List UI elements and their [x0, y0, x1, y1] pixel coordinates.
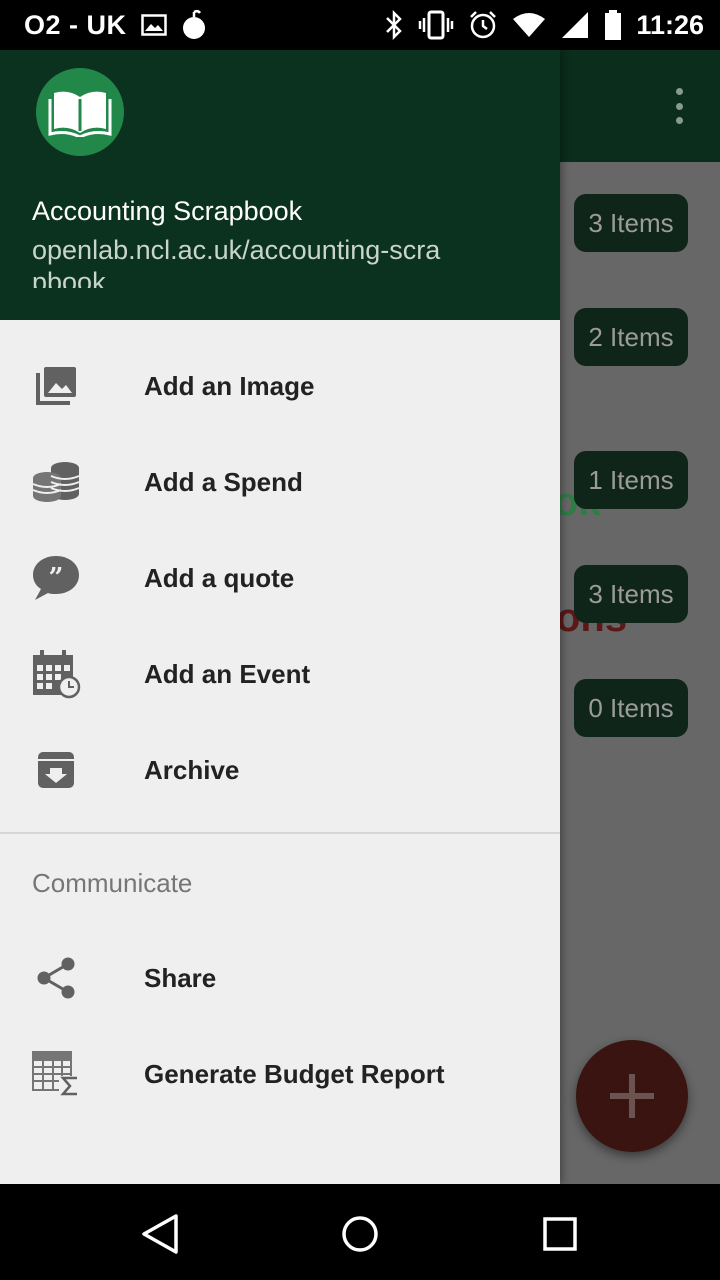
menu-item-label: Archive: [144, 754, 240, 785]
menu-item-add-spend[interactable]: Add a Spend: [0, 434, 560, 530]
svg-text:”: ”: [49, 563, 64, 593]
calendar-clock-icon: [30, 650, 82, 699]
drawer-header: Accounting Scrapbook openlab.ncl.ac.uk/a…: [0, 50, 560, 320]
share-icon: [30, 954, 82, 1002]
bluetooth-icon: [384, 10, 404, 40]
home-icon[interactable]: [338, 1212, 382, 1256]
signal-icon: [560, 10, 590, 40]
items-badge[interactable]: 3 Items: [574, 194, 688, 252]
menu-item-add-quote[interactable]: ” Add a quote: [0, 530, 560, 626]
menu-item-label: Add an Image: [144, 370, 315, 401]
menu-item-add-event[interactable]: Add an Event: [0, 626, 560, 722]
items-badge[interactable]: 1 Items: [574, 451, 688, 509]
menu-item-generate-budget-report[interactable]: Generate Budget Report: [0, 1026, 560, 1122]
carrier-name: O2 - UK: [24, 9, 127, 40]
spreadsheet-sum-icon: [30, 1050, 82, 1098]
drawer-menu: Add an Image Add a Spend ” Add a quote A…: [0, 320, 560, 1122]
menu-item-label: Add an Event: [144, 658, 311, 689]
menu-item-label: Share: [144, 962, 217, 993]
clock: 11:26: [636, 9, 704, 40]
status-bar: O2 - UK 11:26: [0, 0, 720, 50]
bomb-icon: [181, 9, 207, 41]
battery-icon: [604, 10, 622, 40]
back-icon[interactable]: [138, 1212, 182, 1256]
recents-icon[interactable]: [538, 1212, 582, 1256]
items-badge[interactable]: 0 Items: [574, 679, 688, 737]
menu-item-archive[interactable]: Archive: [0, 722, 560, 818]
coins-icon: [30, 458, 82, 506]
archive-icon: [30, 746, 82, 794]
plus-icon: [610, 1074, 654, 1118]
open-book-icon: [36, 68, 124, 156]
overflow-menu-icon[interactable]: [674, 88, 684, 124]
add-fab-button[interactable]: [576, 1040, 688, 1152]
menu-item-label: Add a Spend: [144, 466, 303, 497]
items-badge[interactable]: 3 Items: [574, 565, 688, 623]
menu-item-label: Add a quote: [144, 562, 295, 593]
quote-bubble-icon: ”: [30, 554, 82, 602]
menu-item-label: Generate Budget Report: [144, 1058, 445, 1089]
vibrate-icon: [418, 10, 454, 40]
menu-item-share[interactable]: Share: [0, 930, 560, 1026]
image-stack-icon: [30, 362, 82, 410]
app-url[interactable]: openlab.ncl.ac.uk/accounting-scrapbook: [32, 234, 452, 288]
alarm-icon: [468, 10, 498, 40]
system-nav-bar: [0, 1184, 720, 1280]
image-icon: [140, 14, 167, 36]
menu-item-add-image[interactable]: Add an Image: [0, 338, 560, 434]
items-badge[interactable]: 2 Items: [574, 308, 688, 366]
section-header-communicate: Communicate: [32, 868, 193, 898]
navigation-drawer: Accounting Scrapbook openlab.ncl.ac.uk/a…: [0, 50, 560, 1184]
app-name: Accounting Scrapbook: [32, 196, 303, 226]
wifi-icon: [512, 12, 546, 38]
